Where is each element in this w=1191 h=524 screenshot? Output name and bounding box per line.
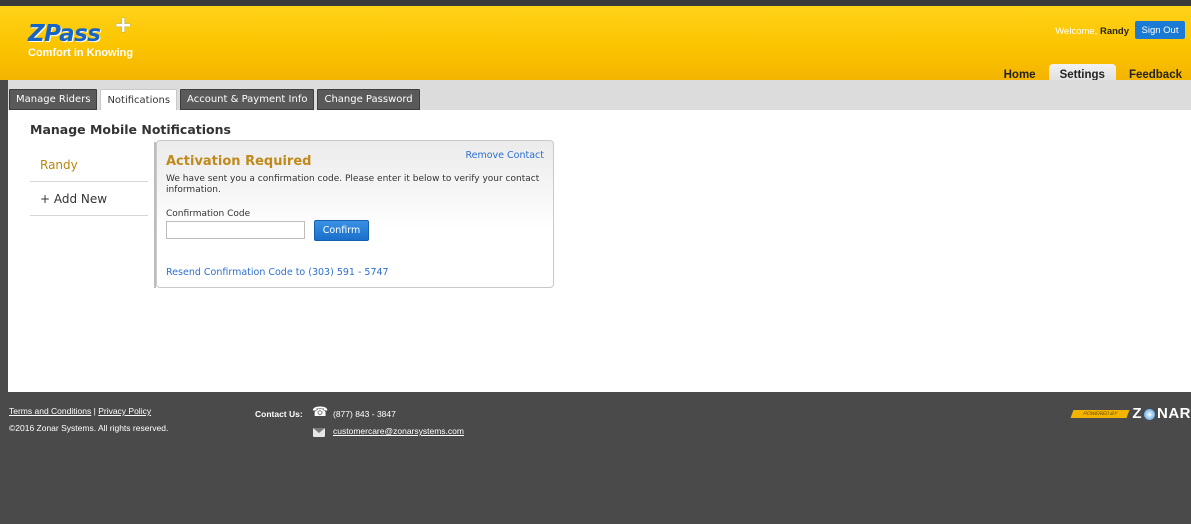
footer-links: Terms and Conditions | Privacy Policy	[9, 406, 151, 416]
privacy-link[interactable]: Privacy Policy	[98, 406, 151, 416]
powered-by-zonar-logo: POWERED BY Z NAR	[1070, 405, 1191, 422]
footer: Terms and Conditions | Privacy Policy ©2…	[0, 392, 1191, 524]
logo-tagline: Comfort in Knowing	[28, 47, 134, 59]
settings-tabs: Manage Riders Notifications Account & Pa…	[9, 89, 420, 111]
zonar-brand-start: Z	[1132, 405, 1142, 422]
page-title: Manage Mobile Notifications	[30, 122, 231, 137]
powered-by-text: POWERED BY	[1082, 410, 1119, 417]
tab-account-payment[interactable]: Account & Payment Info	[180, 89, 315, 110]
tab-manage-riders[interactable]: Manage Riders	[9, 89, 98, 110]
zonar-globe-icon	[1144, 408, 1155, 420]
contact-list: Randy + Add New	[30, 148, 148, 216]
footer-separator: |	[93, 406, 96, 416]
welcome-text: Welcome, Randy	[1055, 26, 1129, 37]
contact-us-label: Contact Us:	[255, 409, 303, 419]
activation-message: We have sent you a confirmation code. Pl…	[166, 174, 540, 195]
header-bar: ZPass + Comfort in Knowing Welcome, Rand…	[0, 0, 1191, 86]
phone-number: (877) 843 - 3847	[333, 409, 396, 419]
activation-heading: Activation Required	[166, 154, 312, 169]
content-panel: Manage Mobile Notifications Randy + Add …	[8, 110, 1191, 392]
tab-notifications[interactable]: Notifications	[100, 89, 178, 111]
resend-code-link[interactable]: Resend Confirmation Code to (303) 591 - …	[166, 267, 389, 278]
logo-text: ZPass	[28, 21, 101, 47]
mail-icon	[313, 428, 325, 437]
confirmation-code-input[interactable]	[166, 221, 305, 239]
phone-icon: ☎	[312, 404, 329, 419]
confirm-button[interactable]: Confirm	[314, 220, 369, 241]
zonar-brand-end: NAR	[1157, 405, 1191, 422]
copyright-text: ©2016 Zonar Systems. All rights reserved…	[9, 423, 169, 433]
zpass-logo[interactable]: ZPass +	[28, 13, 132, 47]
welcome-user-name: Randy	[1099, 26, 1129, 37]
logo-plus-icon: +	[114, 13, 133, 38]
sign-out-button[interactable]: Sign Out	[1135, 21, 1185, 39]
powered-by-bar: POWERED BY	[1070, 409, 1130, 418]
remove-contact-link[interactable]: Remove Contact	[465, 150, 544, 161]
zonar-brand: Z NAR	[1132, 405, 1191, 422]
tab-change-password[interactable]: Change Password	[317, 89, 420, 110]
terms-link[interactable]: Terms and Conditions	[9, 406, 91, 416]
add-new-contact-button[interactable]: + Add New	[30, 182, 148, 216]
activation-card: Remove Contact Activation Required We ha…	[156, 140, 554, 288]
contact-item-randy[interactable]: Randy	[30, 148, 148, 182]
email-link[interactable]: customercare@zonarsystems.com	[333, 426, 464, 436]
confirmation-code-label: Confirmation Code	[166, 209, 251, 219]
welcome-prefix: Welcome,	[1055, 26, 1098, 37]
